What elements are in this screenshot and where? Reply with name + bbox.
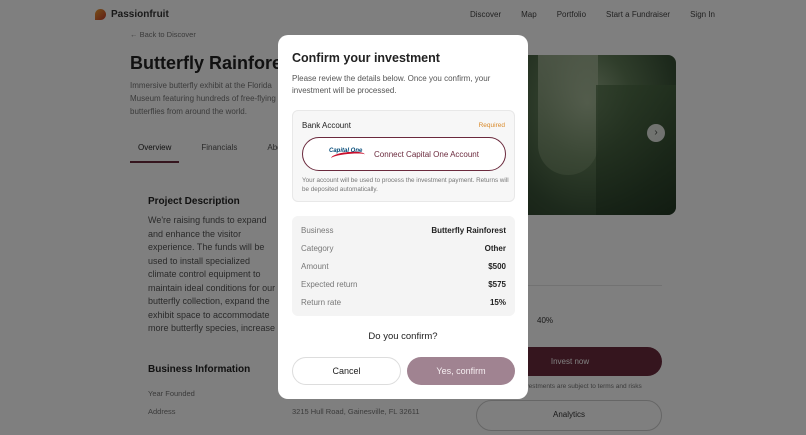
- capital-one-logo-text: Capital One: [329, 148, 363, 154]
- cancel-button[interactable]: Cancel: [292, 357, 401, 385]
- bank-account-label: Bank Account: [302, 121, 351, 130]
- detail-key: Category: [301, 244, 334, 253]
- detail-value: $500: [488, 262, 506, 271]
- detail-value: $575: [488, 280, 506, 289]
- bank-account-note: Your account will be used to process the…: [302, 177, 509, 193]
- detail-value: Other: [484, 244, 506, 253]
- detail-row-return-rate: Return rate 15%: [301, 298, 506, 307]
- bank-account-section: Bank Account Required Capital One Connec…: [292, 110, 515, 202]
- required-badge: Required: [478, 122, 505, 129]
- detail-key: Return rate: [301, 298, 342, 307]
- confirm-button[interactable]: Yes, confirm: [407, 357, 515, 385]
- detail-key: Amount: [301, 262, 329, 271]
- connect-capital-one-button[interactable]: Capital One Connect Capital One Account: [302, 137, 506, 171]
- modal-description: Please review the details below. Once yo…: [292, 74, 491, 95]
- detail-row-category: Category Other: [301, 244, 506, 253]
- connect-button-label: Connect Capital One Account: [374, 149, 479, 159]
- detail-row-amount: Amount $500: [301, 262, 506, 271]
- confirm-investment-modal: Confirm your investment Please review th…: [278, 35, 528, 399]
- detail-row-business: Business Butterfly Rainforest: [301, 226, 506, 235]
- capital-one-logo-icon: Capital One: [329, 146, 367, 163]
- detail-value: Butterfly Rainforest: [431, 226, 506, 235]
- detail-value: 15%: [489, 298, 506, 307]
- detail-key: Business: [301, 226, 334, 235]
- modal-title: Confirm your investment: [292, 51, 440, 65]
- detail-row-expected-return: Expected return $575: [301, 280, 506, 289]
- confirm-question: Do you confirm?: [368, 331, 438, 342]
- detail-key: Expected return: [301, 280, 358, 289]
- investment-details: Business Butterfly Rainforest Category O…: [292, 216, 515, 316]
